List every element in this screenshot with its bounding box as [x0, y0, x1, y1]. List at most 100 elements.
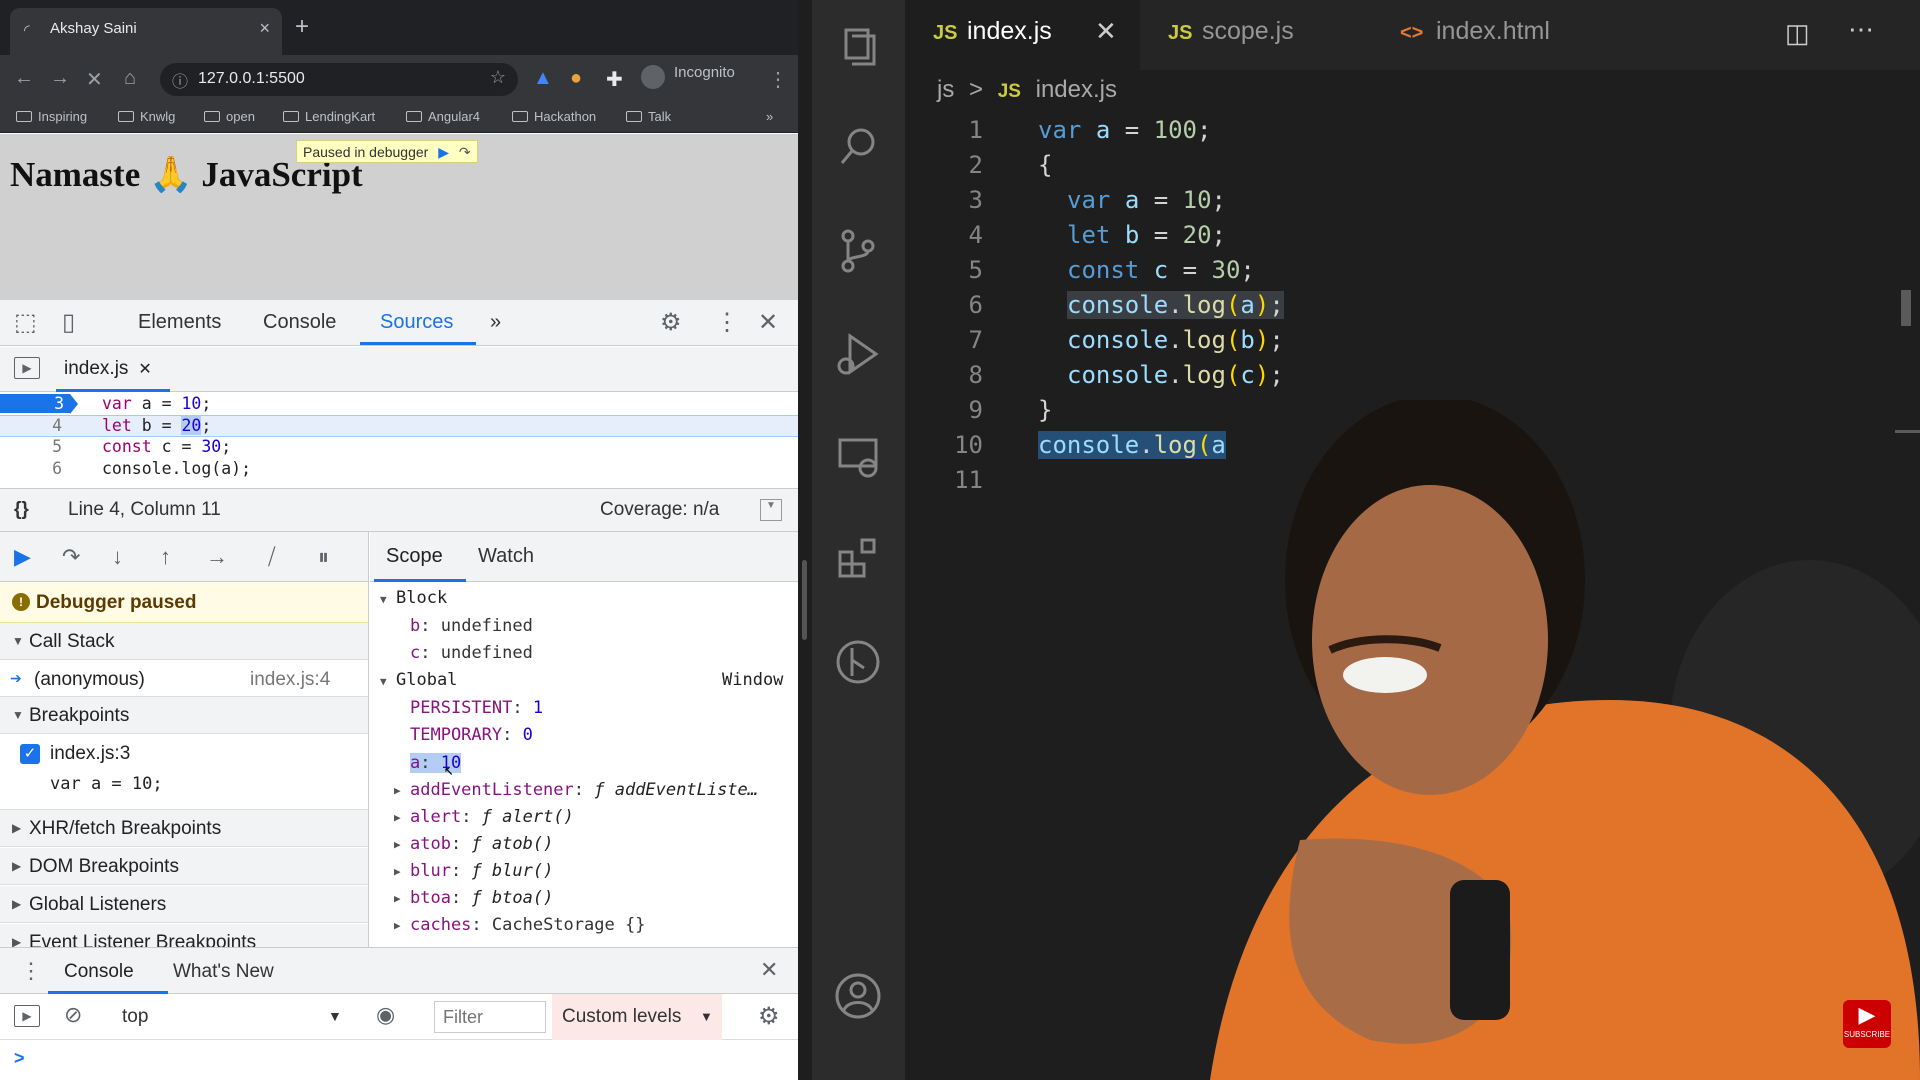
- live-expression-eye-icon[interactable]: ◉: [376, 1002, 395, 1028]
- scope-var-temporary[interactable]: TEMPORARY: 0: [370, 722, 798, 749]
- code-line-4-current[interactable]: 4 let b = 20;: [0, 415, 798, 437]
- more-actions-icon[interactable]: ⋯: [1848, 14, 1874, 45]
- breakpoint-checkbox[interactable]: ✓: [20, 744, 40, 764]
- pause-on-exceptions-icon[interactable]: ⏸: [318, 544, 329, 570]
- tab-console[interactable]: Console: [263, 311, 336, 334]
- clear-console-icon[interactable]: ⊘: [64, 1002, 82, 1028]
- inspect-element-icon[interactable]: ⬚: [14, 308, 37, 337]
- console-sidebar-icon[interactable]: ▶: [14, 1005, 40, 1027]
- bookmark-open[interactable]: open: [204, 109, 255, 124]
- console-filter-input[interactable]: [434, 1001, 546, 1033]
- drawer-close-icon[interactable]: ✕: [760, 957, 778, 983]
- bookmark-lendingkart[interactable]: LendingKart: [283, 109, 375, 124]
- context-dropdown-icon[interactable]: ▼: [328, 1008, 342, 1024]
- stop-icon[interactable]: ✕: [86, 67, 103, 92]
- bookmark-hackathon[interactable]: Hackathon: [512, 109, 596, 124]
- call-stack-header[interactable]: ▼ Call Stack: [0, 623, 368, 660]
- tab-elements[interactable]: Elements: [138, 311, 221, 334]
- tab-watch[interactable]: Watch: [478, 545, 534, 568]
- bookmark-inspiring[interactable]: Inspiring: [16, 109, 87, 124]
- console-prompt[interactable]: >: [0, 1040, 798, 1080]
- context-select[interactable]: top: [122, 1006, 148, 1028]
- run-debug-icon[interactable]: [832, 328, 884, 380]
- settings-gear-icon[interactable]: ⚙: [660, 308, 682, 337]
- git-graph-icon[interactable]: [832, 636, 884, 688]
- home-icon[interactable]: ⌂: [124, 67, 136, 90]
- drawer-tab-whats-new[interactable]: What's New: [173, 961, 274, 983]
- drawer-tab-console[interactable]: Console: [64, 961, 134, 983]
- cookie-icon[interactable]: ●: [570, 67, 582, 90]
- accounts-icon[interactable]: [832, 970, 884, 1022]
- editor-scrollbar-thumb[interactable]: [1901, 290, 1911, 326]
- console-settings-gear-icon[interactable]: ⚙: [758, 1002, 780, 1031]
- tab-scope[interactable]: Scope: [386, 545, 443, 568]
- window-divider[interactable]: [798, 0, 812, 1080]
- site-info-icon[interactable]: ⓘ: [172, 68, 188, 92]
- scope-fn-alert[interactable]: ▶ alert: ƒ alert(): [370, 804, 798, 831]
- bookmark-star-icon[interactable]: ☆: [490, 67, 506, 88]
- scope-obj-caches[interactable]: ▶ caches: CacheStorage {}: [370, 912, 798, 939]
- forward-icon[interactable]: →: [50, 67, 70, 90]
- scope-var-c[interactable]: c: undefined: [370, 640, 798, 667]
- bookmark-talk[interactable]: Talk: [626, 109, 671, 124]
- split-editor-icon[interactable]: ◫: [1785, 18, 1810, 49]
- scope-fn-blur[interactable]: ▶ blur: ƒ blur(): [370, 858, 798, 885]
- breakpoint-item[interactable]: ✓ index.js:3 var a = 10;: [0, 734, 368, 810]
- more-bookmarks-icon[interactable]: »: [766, 109, 773, 124]
- editor-tab-close-icon[interactable]: ✕: [1095, 16, 1117, 47]
- levels-dropdown-icon[interactable]: ▼: [700, 1009, 713, 1024]
- extensions-icon[interactable]: [832, 532, 884, 584]
- step-icon[interactable]: →: [206, 544, 228, 570]
- explorer-icon[interactable]: [832, 20, 884, 72]
- deactivate-breakpoints-icon[interactable]: ⧸: [268, 544, 275, 570]
- scope-var-b[interactable]: b: undefined: [370, 613, 798, 640]
- resume-script-icon[interactable]: ▶︎: [14, 544, 31, 570]
- more-tabs-icon[interactable]: »: [490, 311, 501, 334]
- search-icon[interactable]: [832, 120, 884, 172]
- bookmark-angular4[interactable]: Angular4: [406, 109, 480, 124]
- line-number[interactable]: 6: [0, 459, 68, 478]
- editor-tab-index-html[interactable]: <> index.html: [1380, 0, 1610, 70]
- code-line-3[interactable]: 3 var a = 10;: [0, 394, 798, 416]
- devtools-close-icon[interactable]: ✕: [758, 308, 778, 337]
- line-number[interactable]: 4: [0, 416, 68, 435]
- profile-label[interactable]: Incognito: [674, 64, 735, 81]
- source-control-icon[interactable]: [832, 224, 884, 276]
- pretty-print-icon[interactable]: {}: [14, 499, 29, 521]
- tab-sources[interactable]: Sources: [380, 311, 453, 334]
- global-listeners-header[interactable]: ▶ Global Listeners: [0, 886, 368, 923]
- scope-fn-addeventlistener[interactable]: ▶ addEventListener: ƒ addEventListe…: [370, 777, 798, 804]
- log-levels-select[interactable]: Custom levels: [562, 1006, 681, 1028]
- new-tab-icon[interactable]: +: [295, 13, 309, 41]
- resize-grip[interactable]: [802, 560, 807, 640]
- breadcrumb-folder[interactable]: js: [937, 76, 954, 103]
- scope-var-a[interactable]: a: 10 ↖: [370, 750, 798, 777]
- address-bar[interactable]: ⓘ 127.0.0.1:5500 ☆: [160, 63, 518, 96]
- sources-code-editor[interactable]: 3 var a = 10; 4 let b = 20; 5 const c = …: [0, 393, 798, 483]
- code-line-5[interactable]: 5 const c = 30;: [0, 437, 798, 459]
- editor-tab-scope-js[interactable]: JS scope.js: [1140, 0, 1380, 70]
- line-number[interactable]: 3: [0, 394, 70, 413]
- scope-block-header[interactable]: ▼ Block: [370, 586, 798, 613]
- toggle-navigator-icon[interactable]: ▶: [14, 357, 40, 379]
- youtube-subscribe-badge[interactable]: ▶ SUBSCRIBE: [1843, 1000, 1891, 1048]
- bookmark-knwlg[interactable]: Knwlg: [118, 109, 175, 124]
- extension-icon[interactable]: ▲: [533, 67, 553, 90]
- tab-close-icon[interactable]: ×: [259, 18, 270, 39]
- puzzle-icon[interactable]: ✚: [606, 67, 623, 92]
- step-over-icon[interactable]: ↷: [459, 144, 471, 161]
- back-icon[interactable]: ←: [14, 67, 34, 90]
- resume-icon[interactable]: ▶: [438, 144, 449, 161]
- browser-menu-icon[interactable]: ⋮: [768, 67, 788, 92]
- devtools-menu-icon[interactable]: ⋮: [715, 308, 739, 337]
- dom-breakpoints-header[interactable]: ▶ DOM Breakpoints: [0, 848, 368, 885]
- code-line-6[interactable]: 6 console.log(a);: [0, 459, 798, 481]
- call-stack-frame[interactable]: ➔ (anonymous) index.js:4: [0, 660, 368, 697]
- scope-var-persistent[interactable]: PERSISTENT: 1: [370, 695, 798, 722]
- line-number[interactable]: 5: [0, 437, 68, 456]
- event-listener-breakpoints-header[interactable]: ▶ Event Listener Breakpoints: [0, 924, 368, 947]
- breakpoints-header[interactable]: ▼ Breakpoints: [0, 697, 368, 734]
- drawer-menu-icon[interactable]: ⋮: [20, 958, 42, 984]
- remote-explorer-icon[interactable]: [832, 430, 884, 482]
- device-toolbar-icon[interactable]: ▯: [62, 308, 75, 337]
